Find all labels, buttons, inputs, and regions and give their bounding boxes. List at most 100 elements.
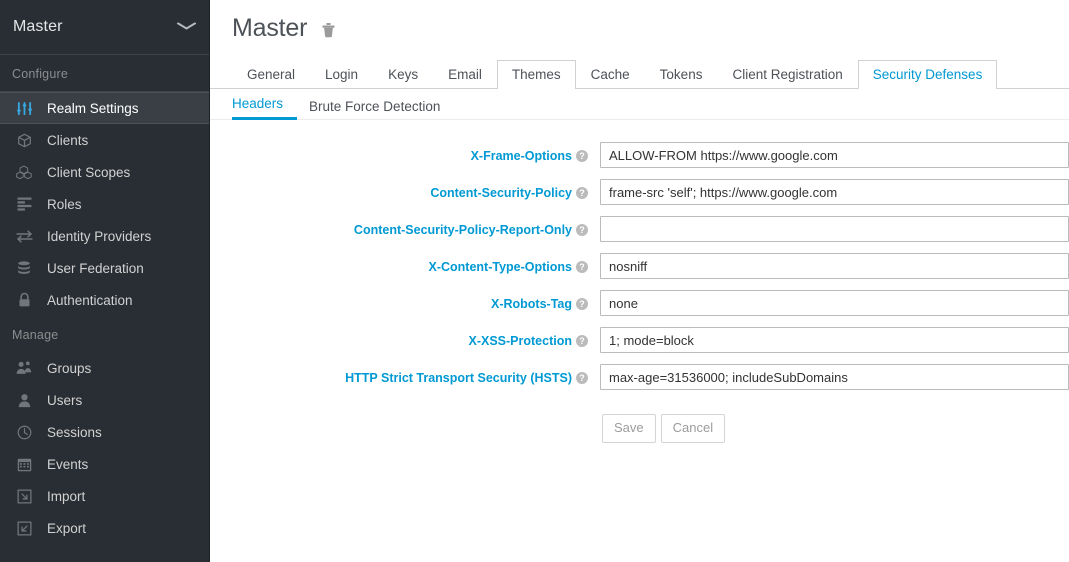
sliders-icon [13,101,35,116]
help-circle-icon[interactable]: ? [576,261,588,273]
form-row: HTTP Strict Transport Security (HSTS)? [210,364,1069,390]
field-label-content-security-policy-report-only[interactable]: Content-Security-Policy-Report-Only? [210,216,600,240]
import-arrow-icon [13,488,35,504]
field-input-x-content-type-options[interactable] [600,253,1069,279]
sidebar-nav: Configure Realm Settings Clients Client Sco… [0,55,209,544]
cube-icon [13,133,35,148]
help-circle-icon[interactable]: ? [576,187,588,199]
sidebar-item-label: Client Scopes [47,164,131,180]
field-input-content-security-policy[interactable] [600,179,1069,205]
exchange-arrows-icon [13,229,35,243]
sidebar-item-label: Users [47,392,83,408]
sidebar-item-label: Events [47,456,89,472]
sidebar-item-groups[interactable]: Groups [0,352,209,384]
field-label-x-xss-protection[interactable]: X-XSS-Protection? [210,327,600,351]
sidebar-item-label: Import [47,488,86,504]
sidebar-item-users[interactable]: Users [0,384,209,416]
field-input-x-robots-tag[interactable] [600,290,1069,316]
sidebar: Master Configure Realm Settings Clients Cli… [0,0,210,562]
field-label-text: Content-Security-Policy [430,186,572,200]
tab-general[interactable]: General [232,60,310,90]
field-input-x-frame-options[interactable] [600,142,1069,168]
field-label-content-security-policy[interactable]: Content-Security-Policy? [210,179,600,203]
sidebar-item-label: Identity Providers [47,228,152,244]
security-headers-form: X-Frame-Options?Content-Security-Policy?… [210,120,1069,443]
form-row: Content-Security-Policy-Report-Only? [210,216,1069,242]
sidebar-item-events[interactable]: Events [0,448,209,480]
field-label-http-strict-transport-security-hsts[interactable]: HTTP Strict Transport Security (HSTS)? [210,364,600,388]
tab-themes[interactable]: Themes [496,59,576,89]
chevron-down-icon [176,22,197,33]
page-header: Master [210,0,1069,41]
user-icon [13,393,35,408]
sidebar-item-user-federation[interactable]: User Federation [0,252,209,284]
sidebar-item-clients[interactable]: Clients [0,124,209,156]
tab-client-registration[interactable]: Client Registration [717,60,857,90]
field-label-text: X-Frame-Options [470,149,572,163]
sidebar-item-roles[interactable]: Roles [0,188,209,220]
field-label-text: X-Robots-Tag [490,297,572,311]
field-input-x-xss-protection[interactable] [600,327,1069,353]
export-arrow-icon [13,520,35,536]
sidebar-item-identity-providers[interactable]: Identity Providers [0,220,209,252]
sidebar-item-label: Groups [47,360,92,376]
subtab-headers[interactable]: Headers [232,91,298,120]
field-label-x-frame-options[interactable]: X-Frame-Options? [210,142,600,166]
sidebar-item-label: Roles [47,196,82,212]
help-circle-icon[interactable]: ? [576,150,588,162]
realm-name: Master [13,18,63,35]
sidebar-item-label: Clients [47,132,89,148]
sidebar-item-label: User Federation [47,260,144,276]
tab-keys[interactable]: Keys [373,60,433,90]
field-label-x-robots-tag[interactable]: X-Robots-Tag? [210,290,600,314]
save-button[interactable]: Save [602,414,656,443]
help-circle-icon[interactable]: ? [576,335,588,347]
sidebar-item-label: Authentication [47,292,133,308]
field-label-x-content-type-options[interactable]: X-Content-Type-Options? [210,253,600,277]
tab-cache[interactable]: Cache [576,60,645,90]
cubes-icon [13,165,35,180]
calendar-icon [13,457,35,472]
sidebar-item-label: Realm Settings [47,100,139,116]
sidebar-item-client-scopes[interactable]: Client Scopes [0,156,209,188]
field-input-http-strict-transport-security-hsts[interactable] [600,364,1069,390]
field-label-text: X-XSS-Protection [468,334,573,348]
list-icon [13,197,35,211]
realm-selector[interactable]: Master [0,0,209,55]
field-label-text: HTTP Strict Transport Security (HSTS) [345,371,572,385]
lock-icon [13,292,35,308]
form-row: X-XSS-Protection? [210,327,1069,353]
form-row: Content-Security-Policy? [210,179,1069,205]
sidebar-item-label: Export [47,520,87,536]
tab-login[interactable]: Login [310,60,373,90]
sidebar-item-realm-settings[interactable]: Realm Settings [0,92,209,124]
help-circle-icon[interactable]: ? [576,224,588,236]
keycloak-admin-console: Master Configure Realm Settings Clients Cli… [0,0,1069,562]
subtab-brute-force-detection[interactable]: Brute Force Detection [297,94,452,121]
help-circle-icon[interactable]: ? [576,372,588,384]
database-icon [13,260,35,276]
field-label-text: X-Content-Type-Options [428,260,573,274]
form-row: X-Frame-Options? [210,142,1069,168]
clock-icon [13,425,35,440]
page-title: Master [232,14,308,42]
sidebar-section-title: Configure [0,55,209,92]
field-input-content-security-policy-report-only[interactable] [600,216,1069,242]
tab-tokens[interactable]: Tokens [645,60,718,90]
sidebar-item-import[interactable]: Import [0,480,209,512]
trash-icon[interactable] [321,21,336,38]
form-row: X-Content-Type-Options? [210,253,1069,279]
cancel-button[interactable]: Cancel [660,414,726,443]
sidebar-item-sessions[interactable]: Sessions [0,416,209,448]
primary-tab-bar: General Login Keys Email Themes Cache Tokens Cl… [210,56,1069,89]
sidebar-item-authentication[interactable]: Authentication [0,284,209,316]
tab-security-defenses[interactable]: Security Defenses [857,59,998,89]
main-content: Master General Login Keys Email Themes Cache T… [210,0,1069,562]
sidebar-item-export[interactable]: Export [0,512,209,544]
form-row: X-Robots-Tag? [210,290,1069,316]
users-group-icon [13,361,35,375]
sidebar-item-label: Sessions [47,424,102,440]
field-label-text: Content-Security-Policy-Report-Only [353,223,572,237]
tab-email[interactable]: Email [433,60,497,90]
help-circle-icon[interactable]: ? [576,298,588,310]
